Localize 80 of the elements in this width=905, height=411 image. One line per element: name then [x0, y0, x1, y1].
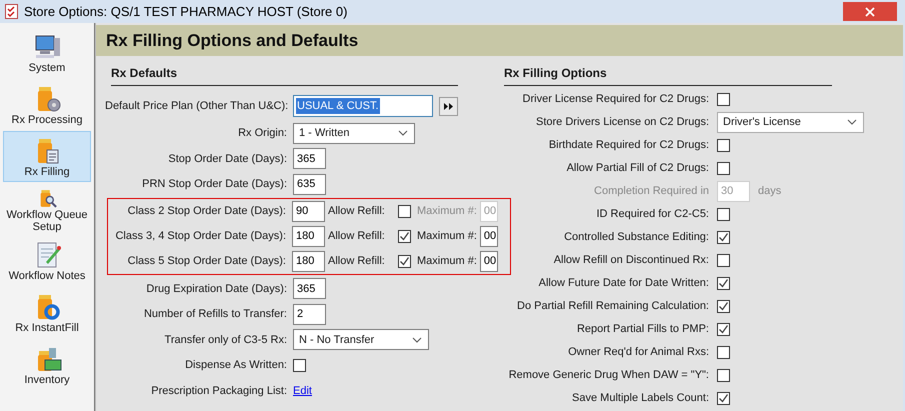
- field-label: Class 5 Stop Order Date (Days):: [126, 254, 286, 270]
- field-label: Drug Expiration Date (Days):: [145, 282, 287, 296]
- double-arrow-icon: [444, 102, 453, 110]
- sidebar-item[interactable]: System: [3, 27, 91, 78]
- chevron-down-icon: [398, 130, 408, 136]
- field-label: Stop Order Date (Days):: [167, 152, 287, 166]
- checkbox[interactable]: [717, 346, 730, 358]
- checkbox[interactable]: [717, 138, 730, 152]
- input-field[interactable]: 180: [292, 226, 325, 247]
- checkbox[interactable]: [293, 358, 306, 372]
- field-label: Birthdate Required for C2 Drugs:: [548, 138, 709, 153]
- checkbox[interactable]: [717, 254, 730, 266]
- close-icon: [865, 6, 875, 16]
- field-label: Allow Refill on Discontinued Rx:: [552, 252, 709, 268]
- field-label: Default Price Plan (Other Than U&C):: [105, 98, 287, 114]
- section-title: Rx Filling Options: [504, 66, 607, 80]
- sidebar-item[interactable]: Rx Processing: [3, 79, 91, 130]
- input-field[interactable]: USUAL & CUST.: [293, 95, 433, 117]
- input-field[interactable]: 365: [293, 148, 326, 170]
- field-label: Allow Refill:: [328, 204, 386, 220]
- field-label: Rx Origin:: [237, 126, 287, 141]
- field-label: Prescription Packaging List:: [150, 384, 287, 398]
- unit-label: days: [758, 184, 782, 199]
- forward-button[interactable]: [439, 96, 458, 116]
- field-label: Report Partial Fills to PMP:: [576, 322, 709, 337]
- field-label: PRN Stop Order Date (Days):: [141, 177, 287, 192]
- field-label: Transfer only of C3-5 Rx:: [164, 332, 287, 348]
- input-field[interactable]: 00: [480, 226, 498, 247]
- field-label: Owner Req'd for Animal Rxs:: [567, 344, 709, 360]
- close-button[interactable]: [843, 2, 897, 21]
- field-label: Do Partial Refill Remaining Calculation:: [516, 298, 709, 314]
- input-field[interactable]: 2: [293, 304, 326, 325]
- checkbox[interactable]: [398, 230, 411, 243]
- sidebar-item[interactable]: Workflow Queue Setup: [3, 183, 91, 234]
- input-field[interactable]: 00: [480, 251, 498, 272]
- field-label: ID Required for C2-C5:: [596, 206, 709, 222]
- dropdown[interactable]: N - No Transfer: [293, 329, 429, 350]
- checkbox[interactable]: [717, 92, 730, 106]
- checkbox[interactable]: [717, 276, 730, 290]
- dropdown[interactable]: 1 - Written: [293, 122, 415, 144]
- checkbox[interactable]: [717, 230, 730, 244]
- field-label: Allow Partial Fill of C2 Drugs:: [566, 160, 709, 176]
- field-label: Completion Required in: [593, 184, 709, 199]
- checklist-icon: [5, 4, 18, 19]
- sidebar-item[interactable]: Workflow Notes: [3, 235, 91, 286]
- window-title: Store Options: QS/1 TEST PHARMACY HOST (Store 0): [24, 2, 348, 21]
- checkbox[interactable]: [717, 208, 730, 220]
- field-label: Maximum #:: [417, 229, 477, 244]
- checkbox[interactable]: [717, 300, 730, 312]
- field-label: Remove Generic Drug When DAW = "Y":: [508, 368, 709, 383]
- field-label: Number of Refills to Transfer:: [142, 307, 287, 322]
- checkbox[interactable]: [717, 392, 730, 404]
- field-label: Class 2 Stop Order Date (Days):: [126, 204, 286, 220]
- input-field[interactable]: 180: [292, 251, 325, 272]
- field-label: Class 3, 4 Stop Order Date (Days):: [114, 229, 286, 244]
- field-label: Save Multiple Labels Count:: [571, 390, 709, 406]
- section-title: Rx Defaults: [111, 66, 178, 80]
- page-title: Rx Filling Options and Defaults: [106, 30, 358, 52]
- input-field[interactable]: 365: [293, 278, 326, 300]
- field-label: Store Drivers License on C2 Drugs:: [534, 114, 709, 130]
- checkbox[interactable]: [717, 368, 730, 382]
- field-label: Allow Refill:: [328, 229, 386, 244]
- chevron-down-icon: [847, 119, 857, 125]
- field-label: Dispense As Written:: [184, 358, 287, 373]
- checkbox[interactable]: [717, 162, 730, 174]
- checkbox[interactable]: [717, 322, 730, 336]
- field-label: Maximum #:: [417, 204, 477, 220]
- field-label: Allow Refill:: [328, 254, 386, 270]
- sidebar-item[interactable]: Inventory: [3, 339, 91, 390]
- chevron-down-icon: [412, 336, 422, 343]
- sidebar-item[interactable]: Rx Filling: [3, 131, 91, 182]
- field-label: Controlled Substance Editing:: [563, 230, 709, 245]
- edit-link[interactable]: Edit: [293, 382, 312, 399]
- field-label: Allow Future Date for Date Written:: [538, 276, 709, 291]
- field-label: Driver License Required for C2 Drugs:: [522, 92, 709, 107]
- field-label: Maximum #:: [417, 254, 477, 270]
- checkbox[interactable]: [398, 255, 411, 268]
- dropdown[interactable]: Driver's License: [717, 112, 864, 132]
- sidebar-item[interactable]: Rx InstantFill: [3, 287, 91, 338]
- input-field[interactable]: 635: [293, 174, 326, 195]
